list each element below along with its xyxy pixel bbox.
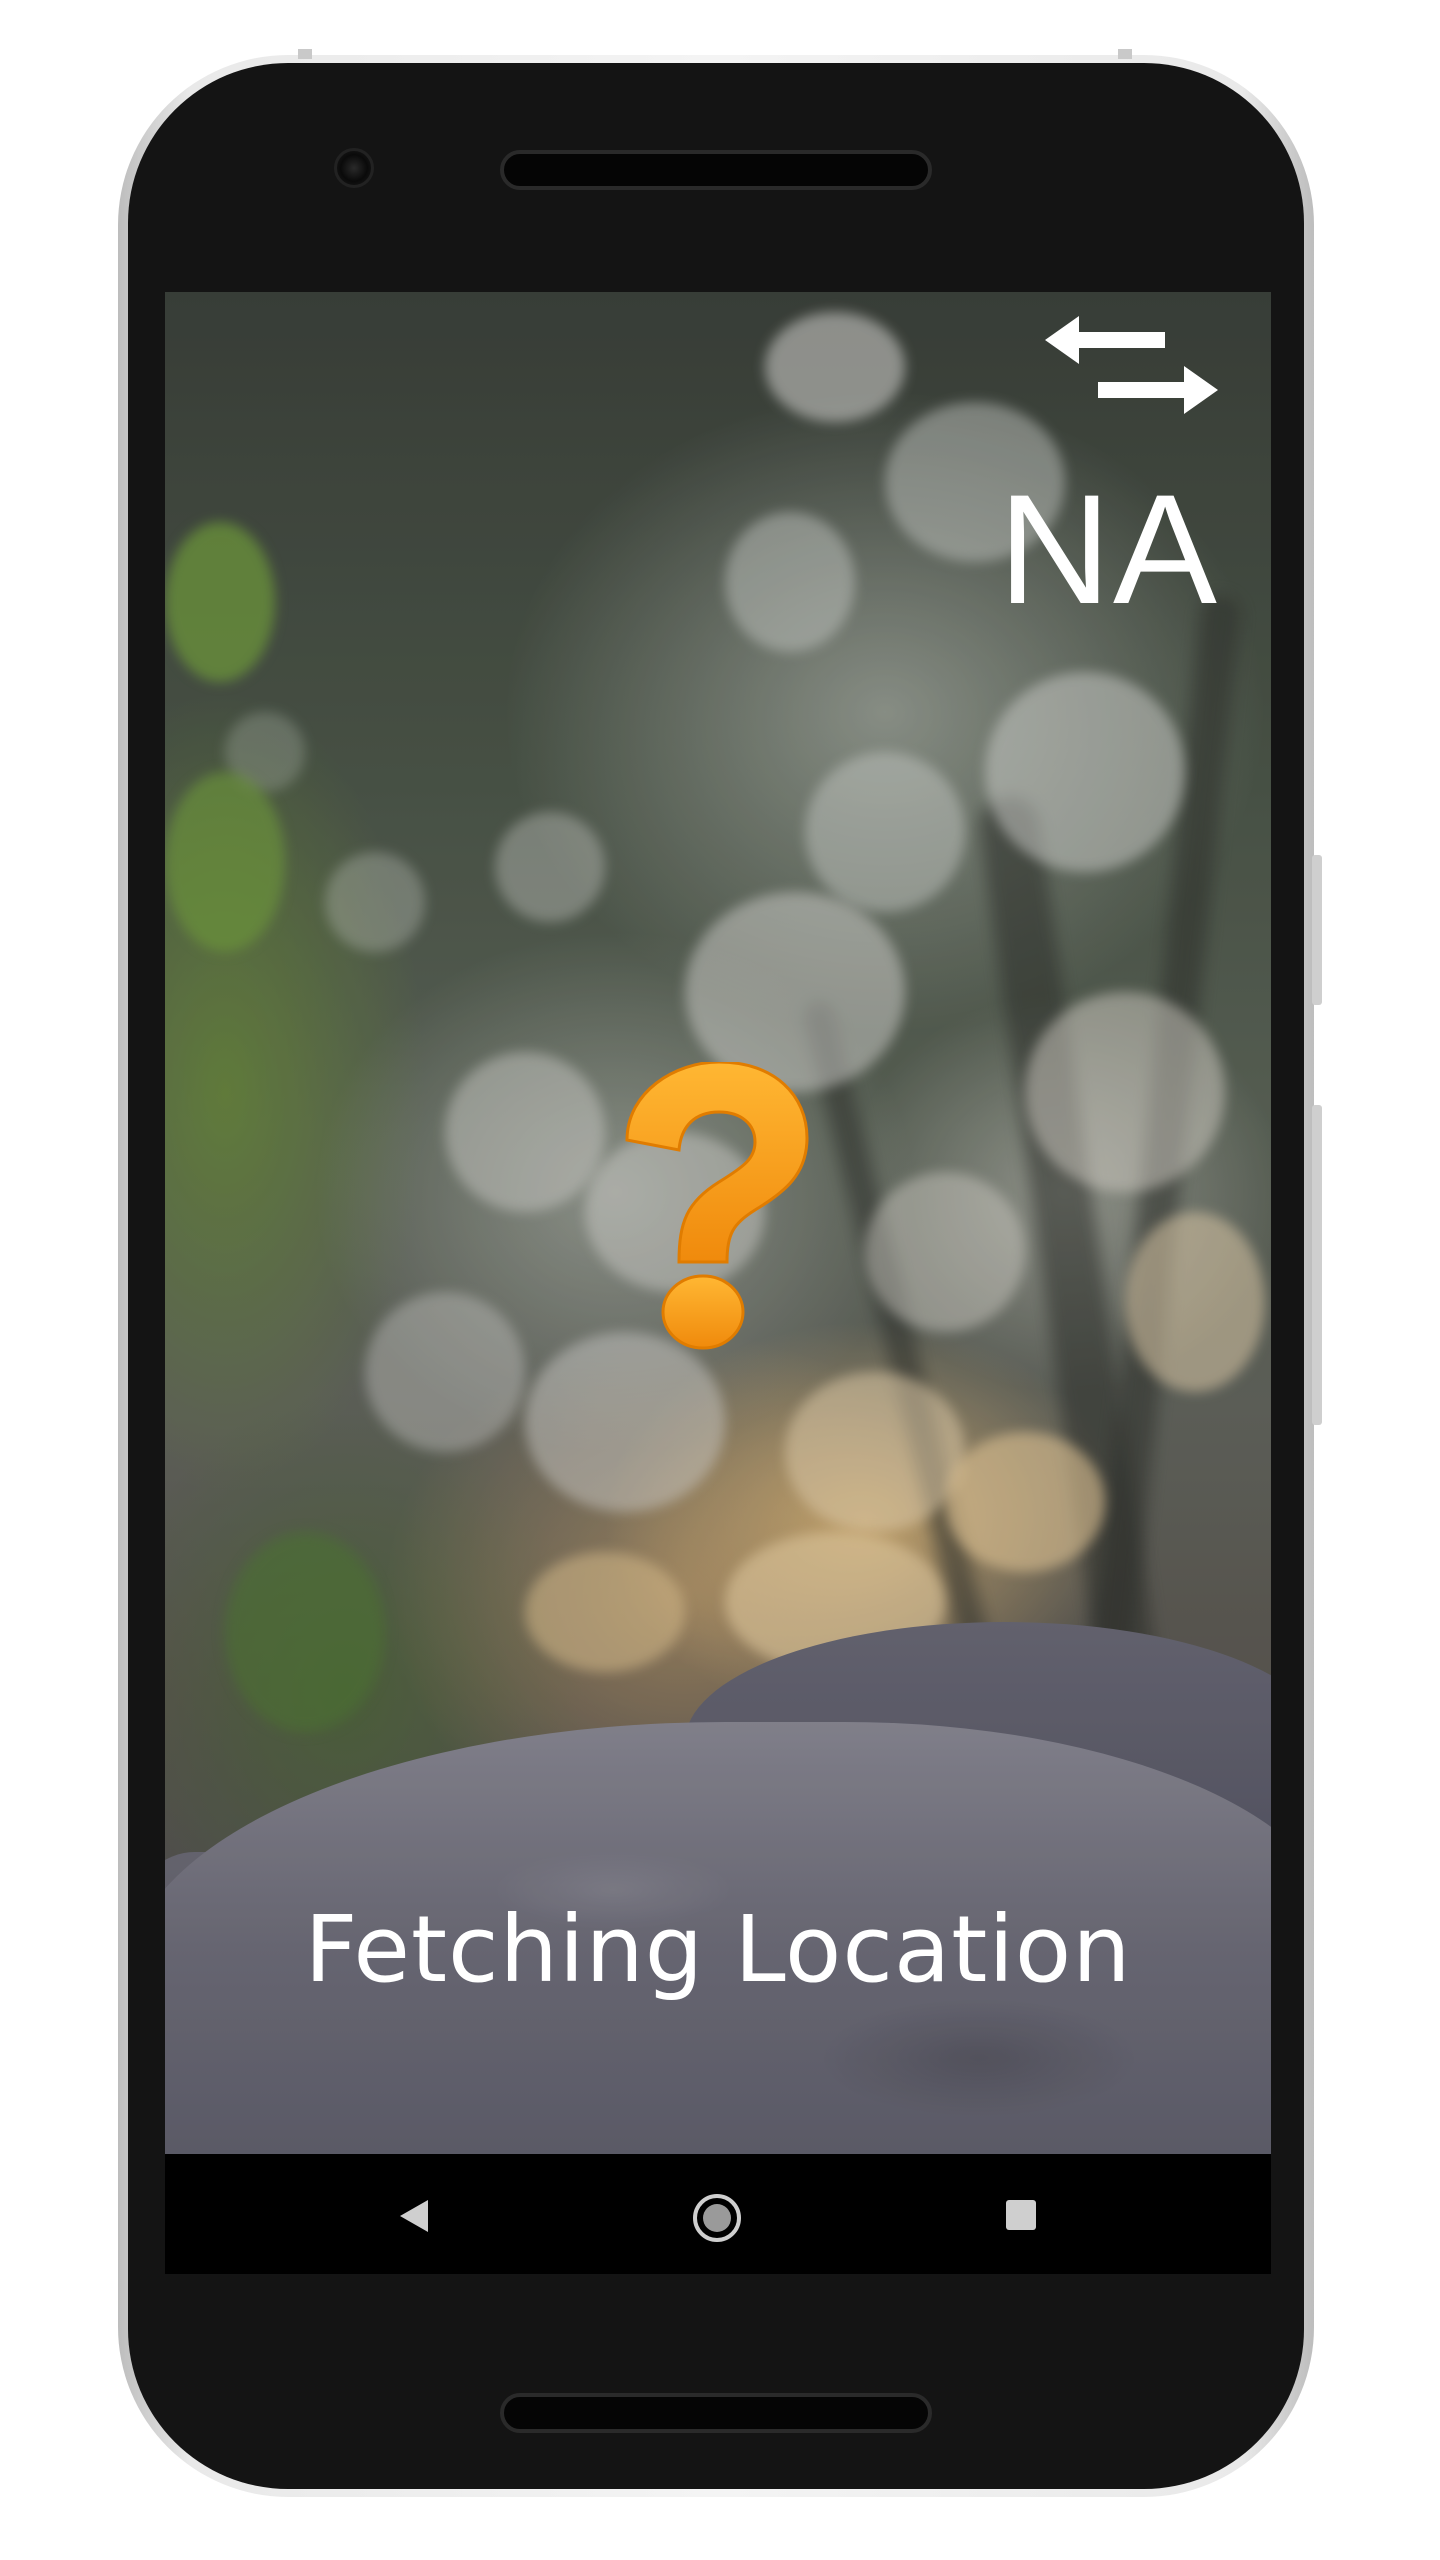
frame-nub — [1118, 49, 1132, 59]
status-text: Fetching Location — [304, 1896, 1132, 2003]
swap-units-button[interactable] — [1045, 312, 1225, 422]
home-button[interactable] — [693, 2194, 741, 2242]
top-speaker — [500, 150, 932, 190]
frame-nub — [298, 49, 312, 59]
volume-button — [1312, 1105, 1322, 1425]
recents-button[interactable] — [1006, 2200, 1036, 2230]
front-camera — [334, 148, 374, 188]
power-button — [1312, 855, 1322, 1005]
back-triangle-icon — [400, 2200, 428, 2232]
question-mark-icon — [615, 1060, 815, 1362]
app-screen: NA Fetching Location — [165, 292, 1271, 2274]
bottom-speaker — [500, 2393, 932, 2433]
android-navigation-bar — [165, 2154, 1271, 2274]
location-code: NA — [998, 463, 1219, 637]
back-button[interactable] — [396, 2198, 432, 2234]
swap-arrows-icon — [1045, 316, 1218, 414]
